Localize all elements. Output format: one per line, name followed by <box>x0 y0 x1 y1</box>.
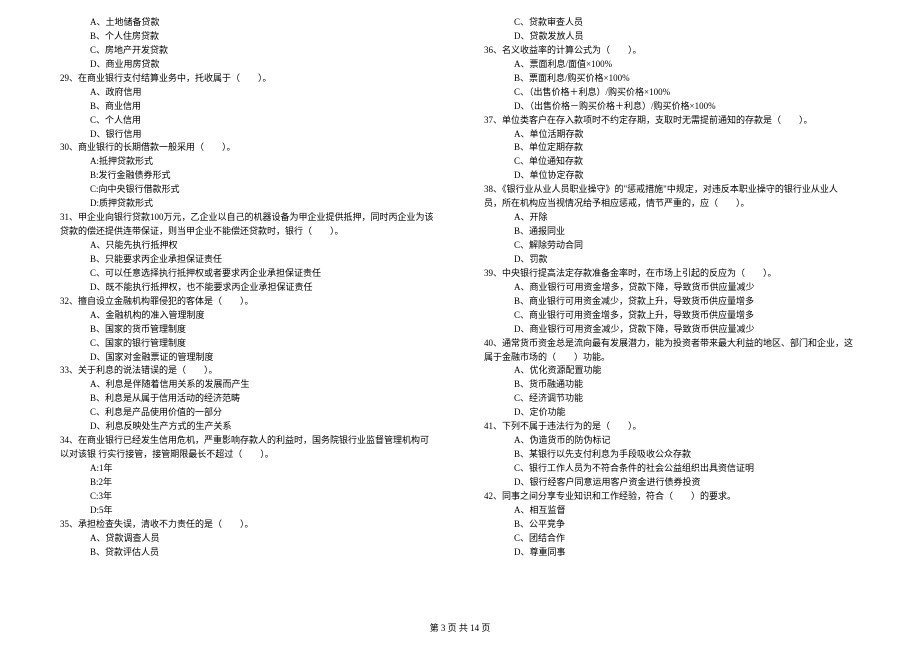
question-stem: 30、商业银行的长期借款一般采用（ ）。 <box>60 141 436 155</box>
option: D、银行经客户同意运用客户资金进行债券投资 <box>484 476 860 490</box>
option: B、只能要求丙企业承担保证责任 <box>60 253 436 267</box>
right-column: C、贷款审查人员 D、贷款发放人员 36、名义收益率的计算公式为（ ）。 A、票… <box>484 16 860 560</box>
question-stem: 40、通常货币资金总是流向最有发展潜力，能为投资者带来最大利益的地区、部门和企业… <box>484 337 860 351</box>
option: D、尊重同事 <box>484 546 860 560</box>
left-column: A、土地储备贷款 B、个人住房贷款 C、房地产开发贷款 D、商业用房贷款 29、… <box>60 16 436 560</box>
option: C、贷款审查人员 <box>484 16 860 30</box>
option: A、金融机构的准入管理制度 <box>60 309 436 323</box>
option: B、票面利息/购买价格×100% <box>484 72 860 86</box>
option: B、公平竞争 <box>484 518 860 532</box>
question-stem: 34、在商业银行已经发生信用危机，严重影响存款人的利益时，国务院银行业监督管理机… <box>60 434 436 448</box>
option: C、个人信用 <box>60 114 436 128</box>
option: A、开除 <box>484 211 860 225</box>
option: A、相互监督 <box>484 504 860 518</box>
question-stem: 42、同事之间分享专业知识和工作经验，符合（ ）的要求。 <box>484 490 860 504</box>
page-footer: 第 3 页 共 14 页 <box>0 622 920 636</box>
option: A、单位活期存款 <box>484 128 860 142</box>
option: B、商业信用 <box>60 100 436 114</box>
option: C、利息是产品使用价值的一部分 <box>60 406 436 420</box>
question-stem: 31、甲企业向银行贷款100万元，乙企业以自己的机器设备为甲企业提供抵押，同时丙… <box>60 211 436 225</box>
question-stem: 33、关于利息的说法错误的是（ ）。 <box>60 364 436 378</box>
option: D、商业用房贷款 <box>60 58 436 72</box>
option: B、国家的货币管理制度 <box>60 323 436 337</box>
question-stem: 39、中央银行提高法定存款准备金率时，在市场上引起的反应为（ ）。 <box>484 267 860 281</box>
question-stem: 36、名义收益率的计算公式为（ ）。 <box>484 44 860 58</box>
question-stem: 37、单位类客户在存入款项时不约定存期，支取时无需提前通知的存款是（ ）。 <box>484 114 860 128</box>
option: C、商业银行可用资金增多，贷款上升，导致货币供应量增多 <box>484 309 860 323</box>
option: B、单位定期存款 <box>484 141 860 155</box>
option: A、只能先执行抵押权 <box>60 239 436 253</box>
question-stem-cont: 贷款的偿还提供连带保证，则当甲企业不能偿还贷款时，银行（ ）。 <box>60 225 436 239</box>
option: D、（出售价格－购买价格＋利息）/购买价格×100% <box>484 100 860 114</box>
option: D、国家对金融票证的管理制度 <box>60 351 436 365</box>
option: C、银行工作人员为不符合条件的社会公益组织出具资信证明 <box>484 462 860 476</box>
option: C、单位通知存款 <box>484 155 860 169</box>
option: A、商业银行可用资金增多，贷款下降，导致货币供应量减少 <box>484 281 860 295</box>
option: A、票面利息/面值×100% <box>484 58 860 72</box>
option: B、货币融通功能 <box>484 378 860 392</box>
option: B:发行金融债券形式 <box>60 169 436 183</box>
option: C、国家的银行管理制度 <box>60 337 436 351</box>
option: D、既不能执行抵押权，也不能要求丙企业承担保证责任 <box>60 281 436 295</box>
question-stem: 41、下列不属于违法行为的是（ ）。 <box>484 420 860 434</box>
option: A、伪造货币的防伪标记 <box>484 434 860 448</box>
option: C、解除劳动合同 <box>484 239 860 253</box>
option: A:抵押贷款形式 <box>60 155 436 169</box>
option: A、利息是伴随着信用关系的发展而产生 <box>60 378 436 392</box>
option: C:向中央银行借款形式 <box>60 183 436 197</box>
option: D、贷款发放人员 <box>484 30 860 44</box>
question-stem-cont: 员，所在机构应当视情况给予相应惩戒，情节严重的，应（ ）。 <box>484 197 860 211</box>
option: C:3年 <box>60 490 436 504</box>
option: B、商业银行可用资金减少，贷款上升，导致货币供应量增多 <box>484 295 860 309</box>
option: B、利息是从属于信用活动的经济范畴 <box>60 392 436 406</box>
option: D:质押贷款形式 <box>60 197 436 211</box>
option: C、可以任意选择执行抵押权或者要求丙企业承担保证责任 <box>60 267 436 281</box>
option: D、罚款 <box>484 253 860 267</box>
option: D、定价功能 <box>484 406 860 420</box>
option: D、银行信用 <box>60 128 436 142</box>
option: B、某银行以先支付利息为手段吸收公众存款 <box>484 448 860 462</box>
question-stem: 29、在商业银行支付结算业务中，托收属于（ ）。 <box>60 72 436 86</box>
question-stem: 38、《银行业从业人员职业操守》的"惩戒措施"中规定，对违反本职业操守的银行业从… <box>484 183 860 197</box>
option: A、优化资源配置功能 <box>484 364 860 378</box>
option: D、单位协定存款 <box>484 169 860 183</box>
question-stem: 32、擅自设立金融机构罪侵犯的客体是（ ）。 <box>60 295 436 309</box>
option: B:2年 <box>60 476 436 490</box>
option: C、团结合作 <box>484 532 860 546</box>
option: C、经济调节功能 <box>484 392 860 406</box>
option: C、房地产开发贷款 <box>60 44 436 58</box>
option: A、贷款调查人员 <box>60 532 436 546</box>
option: A:1年 <box>60 462 436 476</box>
question-stem-cont: 属于金融市场的（ ）功能。 <box>484 351 860 365</box>
option: D、利息反映处生产方式的生产关系 <box>60 420 436 434</box>
option: A、政府信用 <box>60 86 436 100</box>
question-stem: 35、承担检查失误，清收不力责任的是（ ）。 <box>60 518 436 532</box>
option: D、商业银行可用资金减少，贷款下降，导致货币供应量减少 <box>484 323 860 337</box>
option: B、通报同业 <box>484 225 860 239</box>
option: C、（出售价格＋利息）/购买价格×100% <box>484 86 860 100</box>
option: B、个人住房贷款 <box>60 30 436 44</box>
question-stem-cont: 以对该银 行实行接管，接管期限最长不超过（ ）。 <box>60 448 436 462</box>
option: D:5年 <box>60 504 436 518</box>
option: B、贷款评估人员 <box>60 546 436 560</box>
option: A、土地储备贷款 <box>60 16 436 30</box>
